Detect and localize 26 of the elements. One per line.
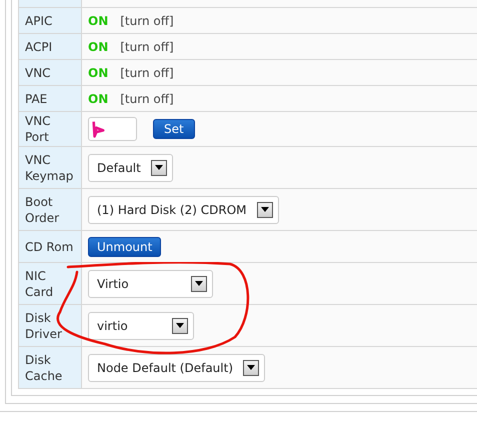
field-label: Boot Order [25, 194, 60, 224]
field-label: APIC [25, 14, 52, 28]
status-text: ON [88, 66, 108, 80]
field-label: NIC Card [25, 268, 54, 298]
dropdown[interactable]: Node Default (Default) [88, 354, 266, 382]
status-text: ON [88, 14, 108, 28]
dropdown[interactable]: Virtio [88, 270, 213, 298]
field-label: VNC Keymap [25, 152, 74, 182]
toggle-link[interactable]: [turn off] [120, 40, 174, 54]
field-label: Disk Driver [25, 310, 62, 340]
field-label: PAE [25, 92, 48, 106]
dropdown[interactable]: virtio [88, 312, 194, 340]
dropdown[interactable]: (1) Hard Disk (2) CDROM [88, 196, 279, 224]
field-label: CD Rom [25, 240, 74, 254]
dropdown[interactable]: Default [88, 154, 173, 182]
field-label: VNC Port [25, 114, 51, 144]
unmount-button[interactable]: Unmount [88, 236, 162, 256]
toggle-link[interactable]: [turn off] [120, 66, 174, 80]
toggle-link[interactable]: [turn off] [120, 92, 174, 106]
field-label: Disk Cache [25, 352, 62, 382]
status-text: ON [88, 40, 108, 54]
toggle-link[interactable]: [turn off] [120, 14, 174, 28]
field-label: VNC [25, 66, 51, 80]
status-text: ON [88, 92, 108, 106]
field-label: ACPI [25, 40, 52, 54]
set-button[interactable]: Set [153, 119, 195, 139]
